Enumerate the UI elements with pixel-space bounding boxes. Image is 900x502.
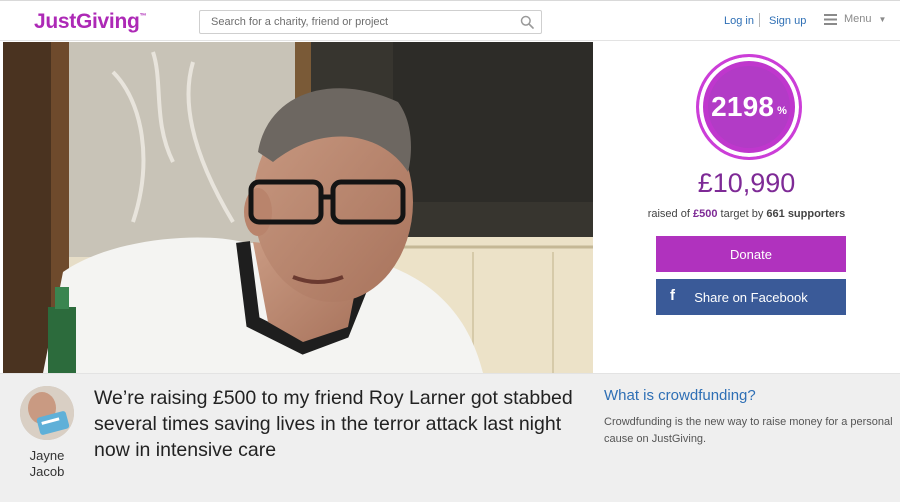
donate-button[interactable]: Donate — [656, 236, 846, 272]
hamburger-icon — [824, 13, 837, 25]
percent-sign: % — [777, 105, 787, 117]
story-title: We’re raising £500 to my friend Roy Larn… — [94, 387, 573, 461]
progress-ring: 2198% — [696, 54, 802, 160]
donation-panel: 2198% £10,990 raised of £500 target by 6… — [593, 42, 900, 373]
target-amount: £500 — [692, 208, 718, 220]
owner-name: Jayne Jacob — [29, 448, 65, 479]
fundraiser-photo — [3, 42, 593, 373]
crowdfunding-link[interactable]: What is crowdfunding? — [604, 387, 756, 404]
amount-raised: £10,990 — [697, 168, 796, 198]
search-icon[interactable] — [520, 15, 534, 29]
crowdfunding-description: Crowdfunding is the new way to raise mon… — [604, 416, 893, 445]
share-facebook-button[interactable]: f Share on Facebook — [656, 279, 846, 315]
site-header: JustGiving™ Log in Sign up Menu ▼ — [0, 0, 900, 41]
supporters-count: 661 — [766, 208, 785, 220]
menu-label: Menu — [844, 13, 872, 25]
nav-divider — [759, 13, 760, 27]
chevron-down-icon: ▼ — [878, 14, 887, 24]
signup-link[interactable]: Sign up — [769, 15, 806, 27]
avatar-image — [20, 386, 74, 440]
menu-button[interactable]: Menu ▼ — [824, 13, 886, 25]
avatar[interactable] — [20, 386, 74, 440]
justgiving-logo[interactable]: JustGiving™ — [34, 10, 147, 34]
percent-raised: 2198 — [711, 91, 775, 122]
search-box[interactable] — [199, 10, 542, 34]
facebook-icon: f — [670, 287, 675, 304]
raised-summary: raised of £500 target by 661 supporters — [647, 208, 846, 220]
share-facebook-label: Share on Facebook — [694, 289, 808, 305]
photo-illustration — [3, 42, 593, 373]
story-section: Jayne Jacob We’re raising £500 to my fri… — [0, 373, 900, 502]
login-link[interactable]: Log in — [724, 15, 754, 27]
search-input[interactable] — [200, 11, 510, 33]
